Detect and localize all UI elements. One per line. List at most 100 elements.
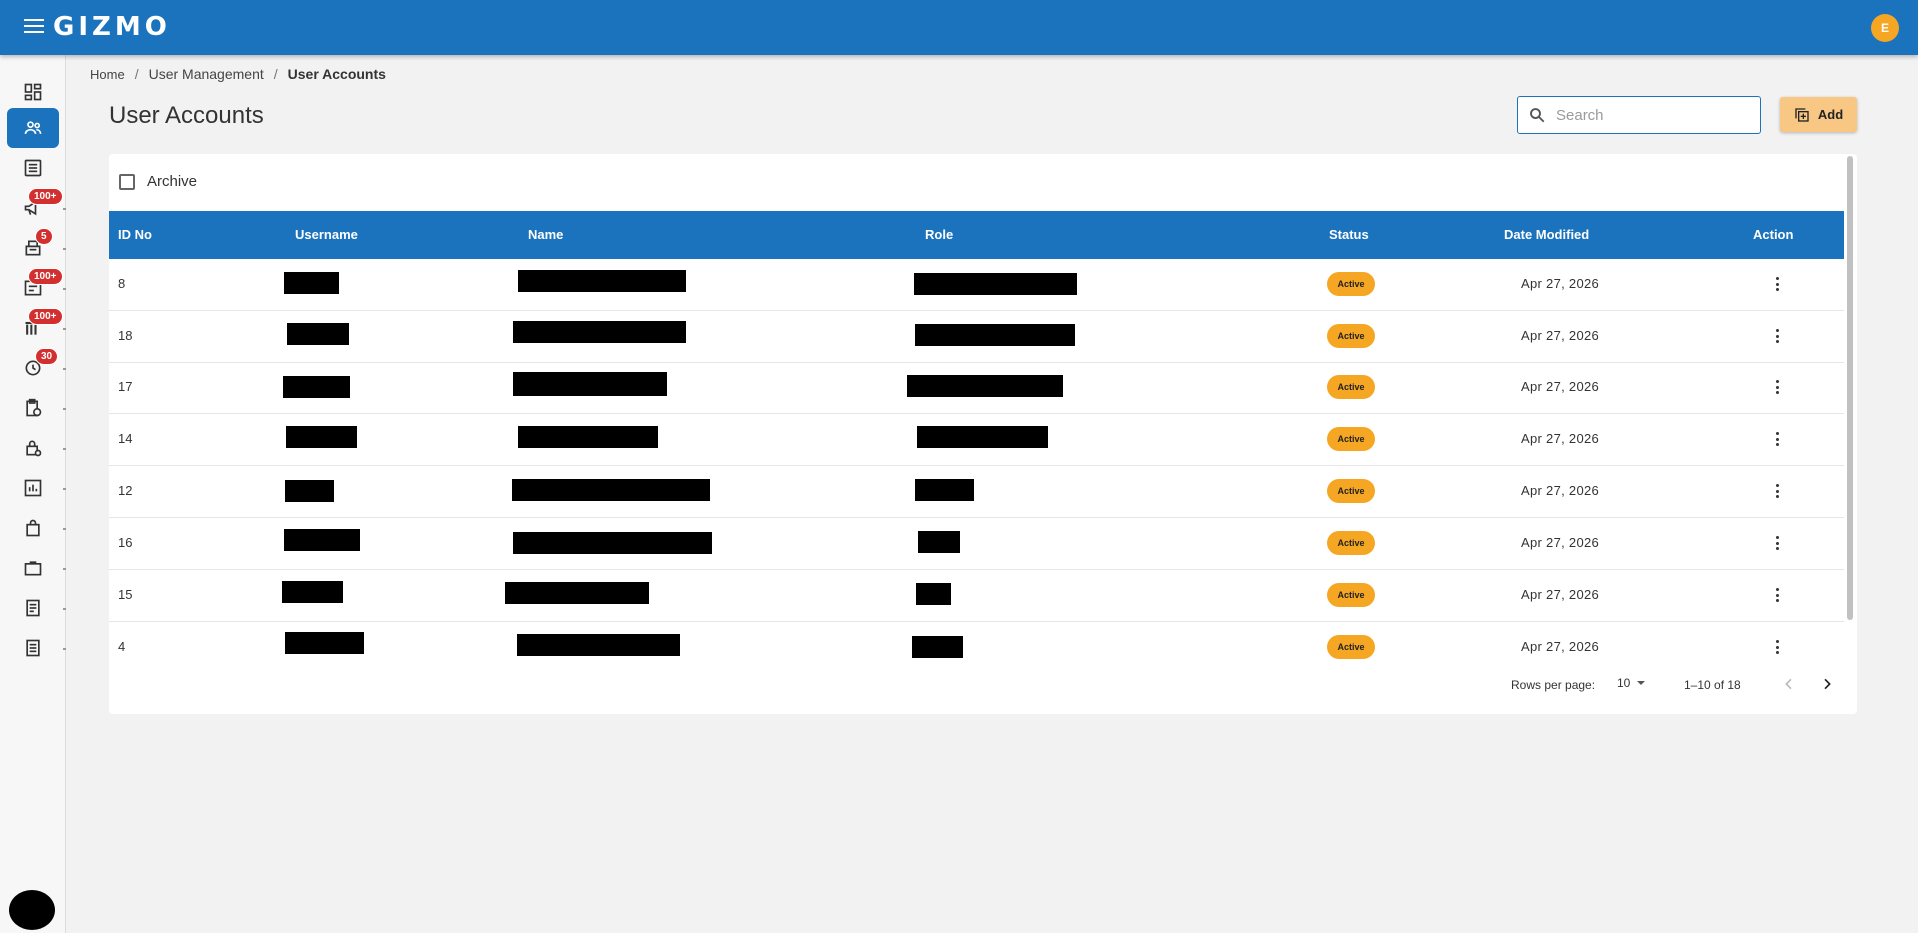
date-modified: Apr 27, 2026 — [1521, 276, 1600, 291]
row-id: 18 — [118, 328, 133, 343]
table-row[interactable]: 16 Active Apr 27, 2026 — [109, 518, 1844, 570]
table-scrollbar[interactable] — [1847, 156, 1853, 620]
sidebar-item-analytics[interactable] — [7, 468, 59, 508]
receipt-icon-2 — [26, 639, 40, 657]
redacted-role — [916, 583, 951, 605]
table-row[interactable]: 17 Active Apr 27, 2026 — [109, 362, 1844, 414]
more-actions-icon[interactable] — [1774, 378, 1780, 396]
more-actions-icon[interactable] — [1774, 327, 1780, 345]
add-button-label: Add — [1817, 107, 1844, 122]
more-actions-icon[interactable] — [1774, 586, 1780, 604]
table-row[interactable]: 8 Active Apr 27, 2026 — [109, 259, 1844, 311]
breadcrumb: Home / User Management / User Accounts — [90, 66, 386, 82]
sidebar-item-users[interactable] — [7, 108, 59, 148]
chevron-left-icon[interactable] — [1781, 676, 1797, 692]
date-modified: Apr 27, 2026 — [1521, 587, 1600, 602]
column-header-date-modified[interactable]: Date Modified — [1504, 227, 1589, 242]
rows-per-page-value: 10 — [1617, 676, 1631, 690]
table-row[interactable]: 15 Active Apr 27, 2026 — [109, 570, 1844, 622]
redacted-username — [285, 632, 364, 654]
chevron-right-icon[interactable] — [1819, 676, 1835, 692]
redacted-name — [513, 321, 686, 343]
archive-filter[interactable]: Archive — [119, 173, 197, 190]
status-badge: Active — [1327, 272, 1375, 296]
breadcrumb-home[interactable]: Home — [90, 67, 125, 82]
nav-tick — [63, 328, 66, 330]
nav-tick — [63, 288, 66, 290]
sidebar-item-invoices[interactable] — [7, 588, 59, 628]
sidebar-item-jobs[interactable] — [7, 548, 59, 588]
row-id: 17 — [118, 379, 133, 394]
briefcase-icon — [24, 561, 42, 576]
status-badge: Active — [1327, 635, 1375, 659]
redacted-name — [513, 372, 667, 396]
redacted-username — [283, 376, 350, 398]
status-badge: Active — [1327, 375, 1375, 399]
sidebar-item-security[interactable] — [7, 428, 59, 468]
notification-badge: 100+ — [28, 268, 63, 285]
sidebar: 100+ 5 100+ 100+ 30 — [0, 55, 66, 933]
column-header-role[interactable]: Role — [925, 227, 953, 242]
search-icon — [1530, 108, 1545, 123]
dashboard-icon — [24, 83, 42, 101]
breadcrumb-current: User Accounts — [287, 66, 386, 82]
date-modified: Apr 27, 2026 — [1521, 379, 1600, 394]
page-title: User Accounts — [109, 102, 264, 129]
breadcrumb-section[interactable]: User Management — [149, 66, 264, 82]
user-avatar[interactable]: E — [1871, 14, 1899, 42]
row-id: 16 — [118, 535, 133, 550]
lock-icon — [26, 440, 42, 457]
sidebar-item-list[interactable] — [7, 148, 59, 188]
nav-tick — [63, 568, 66, 570]
menu-icon[interactable] — [24, 19, 44, 35]
table-row[interactable]: 12 Active Apr 27, 2026 — [109, 466, 1844, 518]
row-id: 4 — [118, 639, 126, 654]
notification-badge: 100+ — [28, 188, 63, 205]
table-row[interactable]: 14 Active Apr 27, 2026 — [109, 414, 1844, 466]
row-id: 15 — [118, 587, 133, 602]
app-logo[interactable]: GIZMO — [53, 12, 171, 42]
date-modified: Apr 27, 2026 — [1521, 431, 1600, 446]
redacted-name — [512, 479, 710, 501]
sidebar-item-dashboard[interactable] — [7, 72, 59, 112]
archive-checkbox[interactable] — [119, 173, 135, 190]
nav-tick — [63, 608, 66, 610]
nav-tick — [63, 368, 66, 370]
dropdown-arrow-icon — [1637, 681, 1646, 685]
more-actions-icon[interactable] — [1774, 275, 1780, 293]
sidebar-item-schedule[interactable] — [7, 388, 59, 428]
more-actions-icon[interactable] — [1774, 638, 1780, 656]
redacted-role — [918, 531, 960, 553]
add-button[interactable]: Add — [1780, 97, 1857, 132]
add-box-icon — [1795, 107, 1809, 122]
notification-badge: 100+ — [28, 308, 63, 325]
rows-per-page-select[interactable]: 10 — [1617, 676, 1646, 690]
more-actions-icon[interactable] — [1774, 482, 1780, 500]
redacted-name — [517, 634, 680, 656]
bag-icon — [26, 519, 40, 537]
column-header-name[interactable]: Name — [528, 227, 563, 242]
rows-per-page-label: Rows per page: — [1511, 678, 1596, 692]
search-input[interactable] — [1556, 106, 1746, 124]
table-row[interactable]: 18 Active Apr 27, 2026 — [109, 311, 1844, 363]
column-header-username[interactable]: Username — [295, 227, 358, 242]
search-field[interactable] — [1517, 96, 1761, 134]
more-actions-icon[interactable] — [1774, 430, 1780, 448]
clipboard-clock-icon — [26, 398, 42, 417]
list-icon — [24, 159, 42, 177]
date-modified: Apr 27, 2026 — [1521, 639, 1600, 654]
row-id: 14 — [118, 431, 133, 446]
column-header-action: Action — [1753, 227, 1794, 242]
archive-label: Archive — [147, 173, 198, 190]
nav-tick — [63, 448, 66, 450]
profile-avatar[interactable] — [9, 890, 55, 930]
column-header-id[interactable]: ID No — [118, 227, 152, 242]
table-row[interactable]: 4 Active Apr 27, 2026 — [109, 622, 1844, 674]
notification-badge: 5 — [35, 228, 53, 245]
column-header-status[interactable]: Status — [1329, 227, 1369, 242]
sidebar-item-shop[interactable] — [7, 508, 59, 548]
nav-tick — [63, 248, 66, 250]
sidebar-item-billing[interactable] — [7, 628, 59, 668]
more-actions-icon[interactable] — [1774, 534, 1780, 552]
redacted-username — [282, 581, 343, 603]
